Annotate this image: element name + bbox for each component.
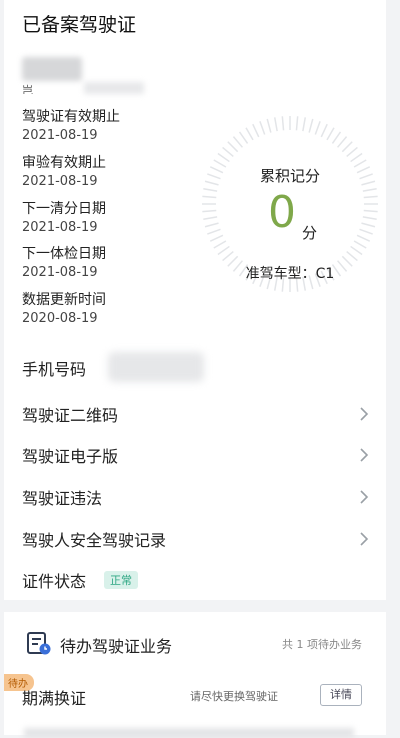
chevron-right-icon bbox=[360, 532, 369, 546]
todo-count: 共 1 项待办业务 bbox=[282, 638, 362, 651]
dial-tick bbox=[227, 141, 239, 153]
dial-tick bbox=[346, 250, 358, 262]
dial-tick bbox=[203, 216, 218, 221]
dial-tick bbox=[353, 240, 367, 249]
score-value: 0 bbox=[268, 187, 296, 238]
name-stub: 岂 bbox=[22, 84, 33, 94]
document-clock-icon bbox=[27, 632, 51, 655]
renew-hint: 请尽快更换驾驶证 bbox=[190, 690, 278, 703]
status-label: 证件状态 bbox=[22, 572, 87, 591]
score-label: 累积记分 bbox=[259, 167, 320, 185]
dial-tick bbox=[363, 195, 378, 199]
menu-safety-record[interactable]: 驾驶人安全驾驶记录 bbox=[4, 519, 386, 559]
dial-tick bbox=[302, 117, 307, 132]
chevron-right-icon bbox=[360, 407, 369, 421]
dial-tick bbox=[238, 131, 249, 144]
dial-tick bbox=[362, 187, 377, 192]
dial-tick bbox=[346, 146, 358, 158]
dial-tick bbox=[281, 116, 285, 131]
dial-tick bbox=[222, 146, 234, 158]
blurred-footer bbox=[24, 728, 354, 738]
license-valid-label: 驾驶证有效期止 bbox=[22, 109, 120, 125]
car-type: 准驾车型：C1 bbox=[245, 266, 335, 282]
dial-tick bbox=[202, 195, 217, 199]
dial-tick bbox=[331, 131, 342, 144]
blurred-id bbox=[84, 82, 144, 94]
menu-violation[interactable]: 驾驶证违法 bbox=[4, 477, 386, 517]
status-row: 证件状态 正常 bbox=[4, 560, 386, 600]
dial-tick bbox=[252, 123, 260, 138]
next-clear-label: 下一清分日期 bbox=[22, 201, 106, 217]
score-unit: 分 bbox=[302, 224, 318, 242]
phone-label: 手机号码 bbox=[22, 360, 87, 379]
dial-tick bbox=[232, 136, 244, 148]
update-time-date: 2020-08-19 bbox=[22, 311, 98, 326]
dial-tick bbox=[213, 240, 227, 249]
page-title: 已备案驾驶证 bbox=[22, 14, 137, 36]
menu-violation-label: 驾驶证违法 bbox=[22, 489, 103, 508]
dial-tick bbox=[320, 123, 328, 138]
todo-title: 待办驾驶证业务 bbox=[60, 637, 173, 656]
menu-safety-record-label: 驾驶人安全驾驶记录 bbox=[22, 531, 167, 550]
dial-tick bbox=[350, 152, 363, 163]
menu-qrcode-label: 驾驶证二维码 bbox=[22, 406, 119, 425]
dial-tick bbox=[202, 209, 217, 213]
dial-tick bbox=[308, 118, 314, 133]
dial-tick bbox=[273, 117, 278, 132]
dial-tick bbox=[356, 234, 371, 242]
dial-tick bbox=[207, 228, 221, 235]
todo-card: 待办驾驶证业务 共 1 项待办业务 待办 期满换证 请尽快更换驾驶证 详情 bbox=[4, 612, 386, 738]
dial-tick bbox=[245, 127, 254, 141]
dial-tick bbox=[295, 116, 299, 131]
dial-tick bbox=[217, 245, 230, 256]
update-time-label: 数据更新时间 bbox=[22, 292, 106, 308]
dial-tick bbox=[363, 209, 378, 213]
chevron-right-icon bbox=[360, 490, 369, 504]
detail-button[interactable]: 详情 bbox=[320, 684, 362, 706]
score-dial: 累积记分 0 分 准驾车型：C1 bbox=[198, 112, 382, 296]
license-card: 已备案驾驶证 岂 驾驶证有效期止 2021-08-19 审验有效期止 2021-… bbox=[4, 0, 386, 600]
dial-tick bbox=[314, 121, 321, 135]
dial-tick bbox=[361, 222, 376, 228]
dial-tick bbox=[362, 216, 377, 221]
dial-tick bbox=[204, 222, 219, 228]
dial-tick bbox=[359, 228, 373, 235]
menu-electronic[interactable]: 驾驶证电子版 bbox=[4, 435, 386, 475]
next-exam-label: 下一体检日期 bbox=[22, 246, 106, 262]
dial-tick bbox=[259, 121, 266, 135]
dial-tick bbox=[266, 118, 272, 133]
blurred-phone bbox=[108, 352, 204, 382]
review-valid-label: 审验有效期止 bbox=[22, 155, 106, 171]
blurred-name bbox=[22, 57, 82, 81]
next-exam-date: 2021-08-19 bbox=[22, 265, 98, 280]
dial-tick bbox=[217, 152, 230, 163]
renew-title: 期满换证 bbox=[22, 689, 87, 708]
menu-electronic-label: 驾驶证电子版 bbox=[22, 447, 119, 466]
license-valid-date: 2021-08-19 bbox=[22, 128, 98, 143]
dial-tick bbox=[203, 187, 218, 192]
next-clear-date: 2021-08-19 bbox=[22, 220, 98, 235]
dial-tick bbox=[209, 234, 224, 242]
dial-tick bbox=[341, 141, 353, 153]
dial-tick bbox=[222, 250, 234, 262]
chevron-right-icon bbox=[360, 448, 369, 462]
status-badge: 正常 bbox=[104, 571, 138, 589]
dial-tick bbox=[350, 245, 363, 256]
menu-qrcode[interactable]: 驾驶证二维码 bbox=[4, 394, 386, 434]
review-valid-date: 2021-08-19 bbox=[22, 174, 98, 189]
dial-tick bbox=[326, 127, 335, 141]
dial-tick bbox=[336, 136, 348, 148]
